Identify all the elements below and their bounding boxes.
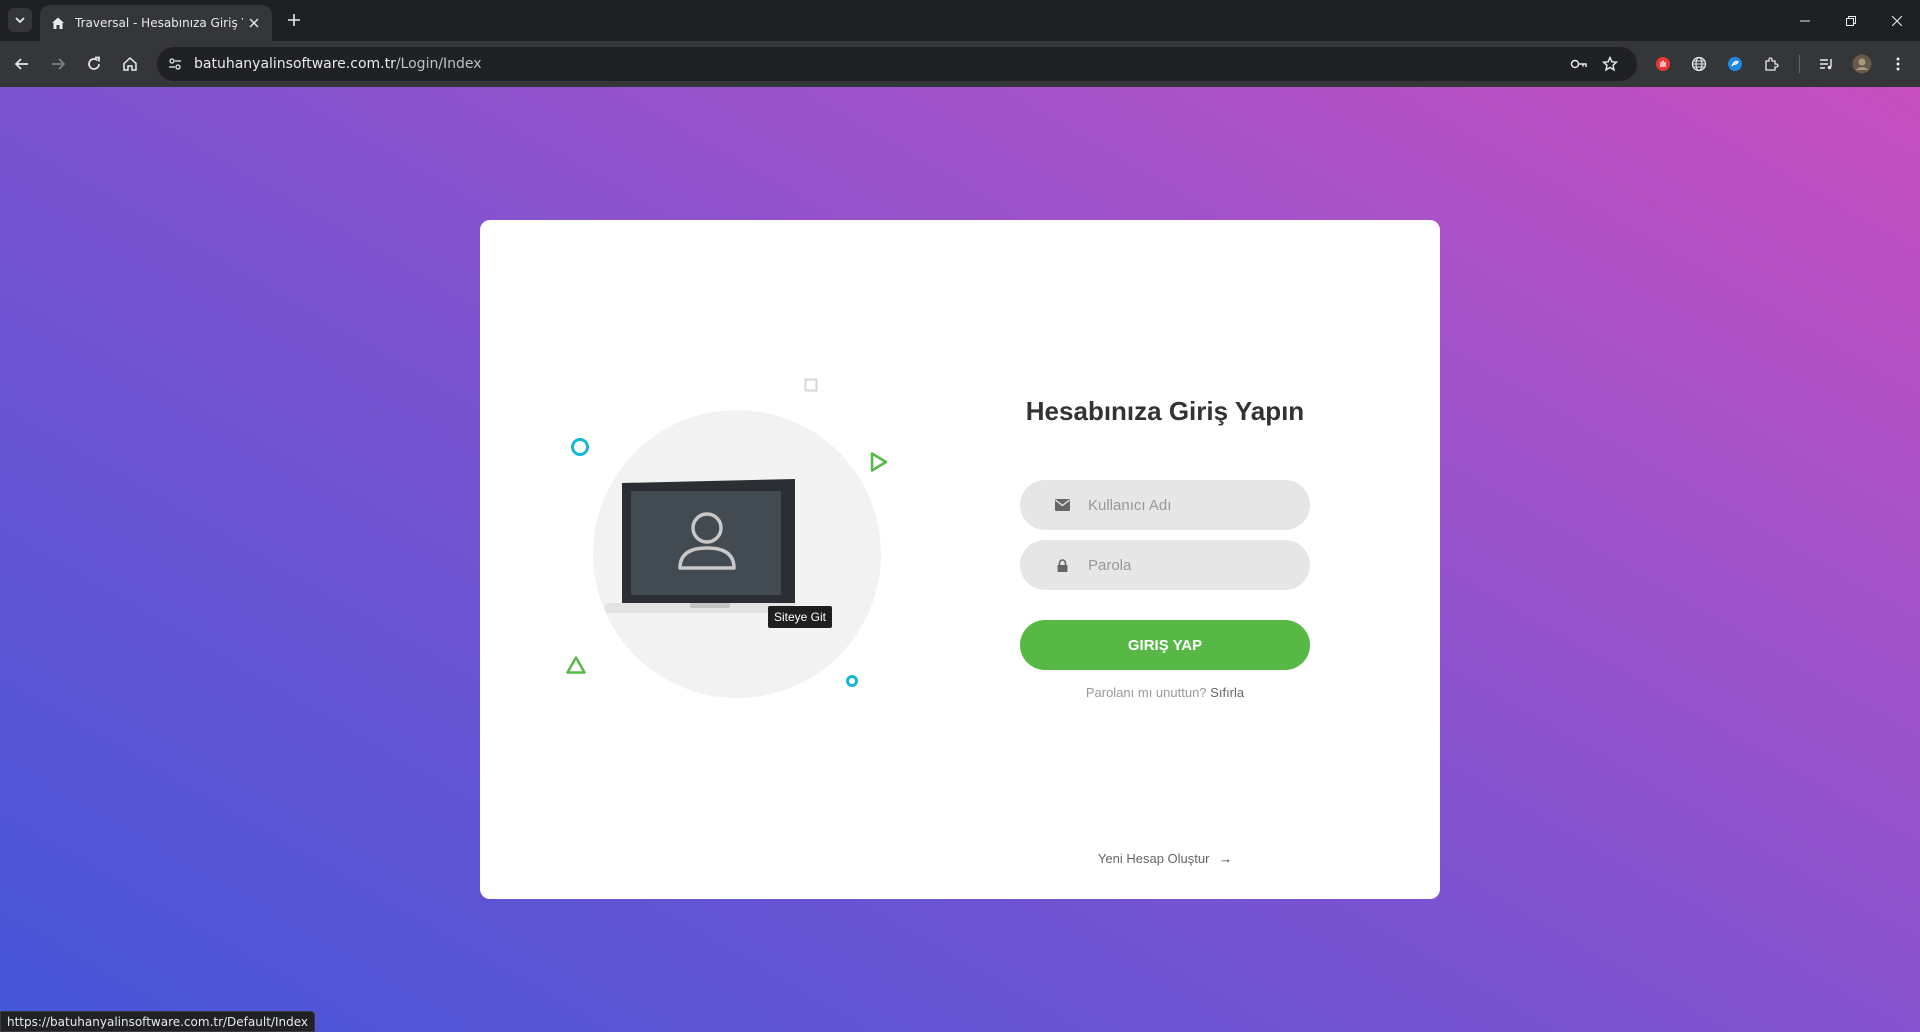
laptop-user-icon	[605, 479, 795, 613]
envelope-icon	[1054, 497, 1070, 513]
restore-button[interactable]	[1828, 0, 1874, 41]
password-field-wrapper	[1020, 540, 1310, 590]
page-background: Siteye Git Hesabınıza Giriş Yapın GIRIŞ …	[0, 87, 1920, 1032]
globe-extension-icon[interactable]	[1685, 50, 1713, 78]
forward-button[interactable]	[44, 50, 72, 78]
reset-password-link[interactable]: Sıfırla	[1210, 685, 1244, 700]
minimize-button[interactable]	[1782, 0, 1828, 41]
browser-toolbar: batuhanyalinsoftware.com.tr/Login/Index	[0, 41, 1920, 87]
profile-avatar[interactable]	[1848, 50, 1876, 78]
home-outline-icon	[123, 56, 137, 71]
restore-icon	[1846, 15, 1856, 26]
login-title: Hesabınıza Giriş Yapın	[1025, 396, 1305, 426]
bookmark-star-icon[interactable]	[1598, 52, 1622, 76]
forgot-password-text: Parolanı mı unuttun? Sıfırla	[1020, 685, 1310, 700]
minimize-icon	[1800, 20, 1810, 21]
address-bar[interactable]: batuhanyalinsoftware.com.tr/Login/Index	[157, 47, 1637, 81]
tab-title: Traversal - Hesabınıza Giriş Yapın	[75, 16, 243, 30]
site-info-icon[interactable]	[163, 52, 187, 76]
more-menu-icon[interactable]	[1884, 50, 1912, 78]
blue-extension-icon[interactable]	[1721, 50, 1749, 78]
arrow-right-icon: →	[1219, 851, 1233, 866]
close-icon	[1892, 15, 1902, 26]
arrow-left-icon	[14, 58, 28, 70]
reload-button[interactable]	[80, 50, 108, 78]
close-tab-icon[interactable]	[246, 15, 262, 31]
extension-red-icon[interactable]	[1649, 50, 1677, 78]
home-button[interactable]	[116, 50, 144, 78]
green-triangle-shape	[566, 656, 586, 674]
home-icon	[50, 15, 66, 31]
extensions-puzzle-icon[interactable]	[1757, 50, 1785, 78]
login-illustration[interactable]	[566, 370, 930, 710]
lock-icon	[1054, 557, 1070, 573]
media-controls-icon[interactable]	[1812, 50, 1840, 78]
green-play-shape	[870, 452, 888, 472]
reload-icon	[88, 56, 100, 70]
new-tab-button[interactable]	[282, 8, 306, 32]
toolbar-divider	[1799, 55, 1800, 73]
username-field-wrapper	[1020, 480, 1310, 530]
site-tooltip: Siteye Git	[768, 606, 833, 628]
password-key-icon[interactable]	[1567, 52, 1591, 76]
create-account-link[interactable]: Yeni Hesap Oluştur →	[1020, 851, 1310, 866]
status-bar-url: https://batuhanyalinsoftware.com.tr/Defa…	[0, 1011, 315, 1032]
chevron-down-icon	[15, 17, 25, 24]
gray-square-shape	[804, 378, 818, 392]
tab-search-button[interactable]	[8, 8, 32, 32]
url-path: /Login/Index	[395, 56, 482, 72]
cyan-dot-shape	[846, 675, 858, 687]
signup-label: Yeni Hesap Oluştur	[1097, 851, 1210, 866]
username-input[interactable]	[1088, 480, 1288, 530]
url-host: batuhanyalinsoftware.com.tr	[194, 56, 396, 72]
url-text: batuhanyalinsoftware.com.tr/Login/Index	[194, 56, 482, 72]
arrow-right-icon	[52, 58, 66, 70]
close-window-button[interactable]	[1874, 0, 1920, 41]
password-input[interactable]	[1088, 540, 1288, 590]
login-submit-button[interactable]: GIRIŞ YAP	[1020, 620, 1310, 670]
login-card: Siteye Git Hesabınıza Giriş Yapın GIRIŞ …	[480, 220, 1440, 899]
tab-strip: Traversal - Hesabınıza Giriş Yapın	[0, 0, 1920, 41]
active-tab[interactable]: Traversal - Hesabınıza Giriş Yapın	[40, 5, 272, 41]
back-button[interactable]	[8, 50, 36, 78]
plus-icon	[288, 14, 300, 26]
cyan-ring-shape	[571, 438, 589, 456]
forgot-question: Parolanı mı unuttun?	[1085, 685, 1207, 700]
